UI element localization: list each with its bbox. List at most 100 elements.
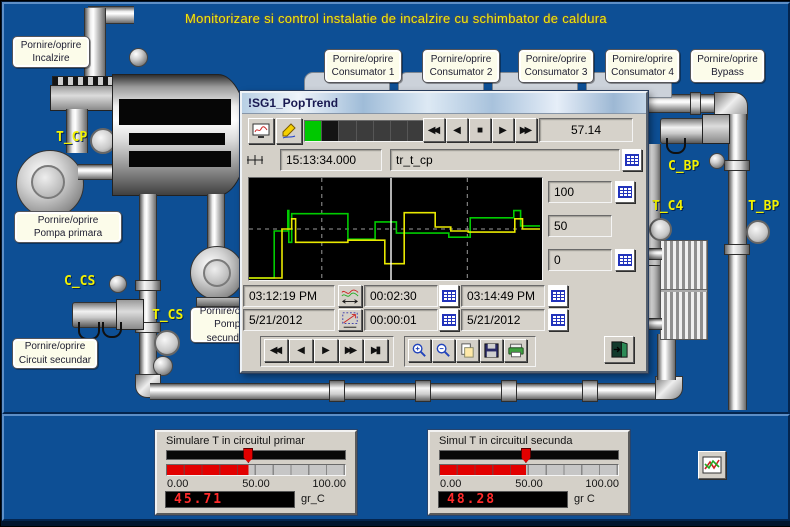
end-time-keypad-button[interactable] (548, 285, 568, 307)
slider-track[interactable] (166, 450, 346, 460)
popup-titlebar[interactable]: !SG1_PopTrend (242, 93, 646, 114)
pipe-flange (582, 380, 598, 402)
span-keypad-button[interactable] (439, 285, 459, 307)
page-forward-button[interactable]: ▶ (314, 339, 338, 362)
scale-max-field[interactable]: 100 (548, 181, 612, 203)
channel-cell[interactable] (322, 121, 339, 141)
keypad-icon (442, 290, 456, 302)
circuit-secundar-button[interactable]: Pornire/oprire Circuit secundar (12, 338, 98, 369)
save-button[interactable] (480, 339, 503, 362)
page-back-button[interactable]: ◀ (289, 339, 313, 362)
end-date-field[interactable]: 5/21/2012 (461, 309, 545, 331)
zoom-in-button[interactable] (408, 339, 431, 362)
start-date-field[interactable]: 5/21/2012 (243, 309, 335, 331)
tagname-field[interactable]: tr_t_cp (390, 149, 620, 171)
t-c4-label: T_C4 (652, 199, 683, 214)
update-rate-icon (340, 311, 360, 329)
unit-label: gr C (574, 493, 595, 505)
consumator1-button[interactable]: Pornire/oprire Consumator 1 (324, 49, 402, 83)
chart-config-button[interactable] (248, 118, 274, 144)
cursor-time: 15:13:34.000 (286, 153, 356, 167)
c-cs-label: C_CS (64, 274, 95, 289)
boiler-stripe (119, 99, 231, 125)
end-time-field[interactable]: 03:14:49 PM (461, 285, 545, 307)
update-rate: 00:00:01 (370, 313, 417, 327)
exit-button[interactable] (604, 336, 634, 363)
channel-cell[interactable] (305, 121, 322, 141)
trend-chart-area[interactable] (248, 177, 543, 281)
button-label: Pompa primara (15, 227, 121, 241)
scale-mid-field[interactable]: 50 (548, 215, 612, 237)
zoom-out-button[interactable] (432, 339, 455, 362)
forward-icon: ▶▶ (520, 125, 532, 136)
button-label: Pornire/oprire (13, 340, 97, 354)
fast-forward-button[interactable]: ▶▶ (515, 118, 537, 142)
update-rate-field[interactable]: 00:00:01 (364, 309, 438, 331)
end-date-keypad-button[interactable] (548, 309, 568, 331)
value-display: 45.71 (165, 491, 295, 508)
button-label: Consumator 1 (325, 66, 401, 80)
valve-cable (666, 138, 686, 154)
trend-chart[interactable] (249, 178, 540, 280)
scale-min-field[interactable]: 0 (548, 249, 612, 271)
channel-cell[interactable] (339, 121, 356, 141)
slider-track[interactable] (439, 450, 619, 460)
keypad-icon (442, 314, 456, 326)
copy-icon (459, 342, 476, 359)
time-span-field[interactable]: 00:02:30 (364, 285, 438, 307)
trend-popup-window[interactable]: !SG1_PopTrend ◀◀ ◀ ■ ▶ ▶▶ 57.14 15:13:34… (240, 91, 648, 373)
pen-icon (281, 123, 297, 139)
keypad-icon (625, 154, 639, 166)
keypad-icon (618, 254, 632, 266)
end-time: 03:14:49 PM (467, 289, 535, 303)
incalzire-button[interactable]: Pornire/oprire Incalzire (12, 36, 90, 68)
page-rewind-button[interactable]: ◀◀ (264, 339, 288, 362)
rewind-icon: ◀◀ (428, 125, 440, 136)
go-to-end-button[interactable]: ▶▮ (364, 339, 388, 362)
t-bp-label: T_BP (748, 199, 779, 214)
pipe (657, 334, 676, 380)
pipe-flange (329, 380, 345, 402)
pump-hub (31, 165, 65, 199)
bypass-button[interactable]: Pornire/oprire Bypass (690, 49, 765, 83)
channel-cell[interactable] (391, 121, 408, 141)
update-rate-button[interactable] (338, 309, 362, 331)
time-span-icon (340, 287, 360, 305)
tick-label: 50.00 (515, 478, 543, 490)
stop-button[interactable]: ■ (469, 118, 491, 142)
print-button[interactable] (504, 339, 527, 362)
consumator2-button[interactable]: Pornire/oprire Consumator 2 (422, 49, 500, 83)
button-label: Pornire/oprire (13, 39, 89, 53)
channel-cell[interactable] (357, 121, 374, 141)
copy-button[interactable] (456, 339, 479, 362)
pompa-primara-button[interactable]: Pornire/oprire Pompa primara (14, 211, 122, 243)
slider-thumb[interactable] (243, 448, 253, 463)
rewind-button[interactable]: ◀◀ (423, 118, 445, 142)
pump-hub (203, 259, 231, 287)
slider-thumb[interactable] (521, 448, 531, 463)
start-time-field[interactable]: 03:12:19 PM (243, 285, 335, 307)
heat-exchanger-divider (661, 289, 707, 292)
slider-title: Simul T in circuitul secunda (439, 435, 573, 447)
to-end-icon: ▶▮ (371, 345, 381, 356)
rate-keypad-button[interactable] (439, 309, 459, 331)
open-trend-button[interactable] (698, 451, 726, 479)
zoom-in-icon (411, 342, 428, 359)
tick-label: 50.00 (242, 478, 270, 490)
pen-button[interactable] (276, 118, 302, 144)
consumator4-button[interactable]: Pornire/oprire Consumator 4 (605, 49, 680, 83)
scale-min-keypad-button[interactable] (615, 249, 635, 271)
channel-cell[interactable] (374, 121, 391, 141)
pipe (728, 114, 747, 410)
pipe-flange (135, 280, 161, 291)
consumator3-button[interactable]: Pornire/oprire Consumator 3 (518, 49, 594, 83)
step-back-button[interactable]: ◀ (446, 118, 468, 142)
tag-keypad-button[interactable] (622, 149, 642, 171)
chart-config-icon (252, 123, 270, 139)
time-span-button[interactable] (338, 285, 362, 307)
scale-max-keypad-button[interactable] (615, 181, 635, 203)
cursor-time-field[interactable]: 15:13:34.000 (280, 149, 382, 171)
play-button[interactable]: ▶ (492, 118, 514, 142)
page-fast-forward-button[interactable]: ▶▶ (339, 339, 363, 362)
tick-label: 0.00 (440, 478, 461, 490)
